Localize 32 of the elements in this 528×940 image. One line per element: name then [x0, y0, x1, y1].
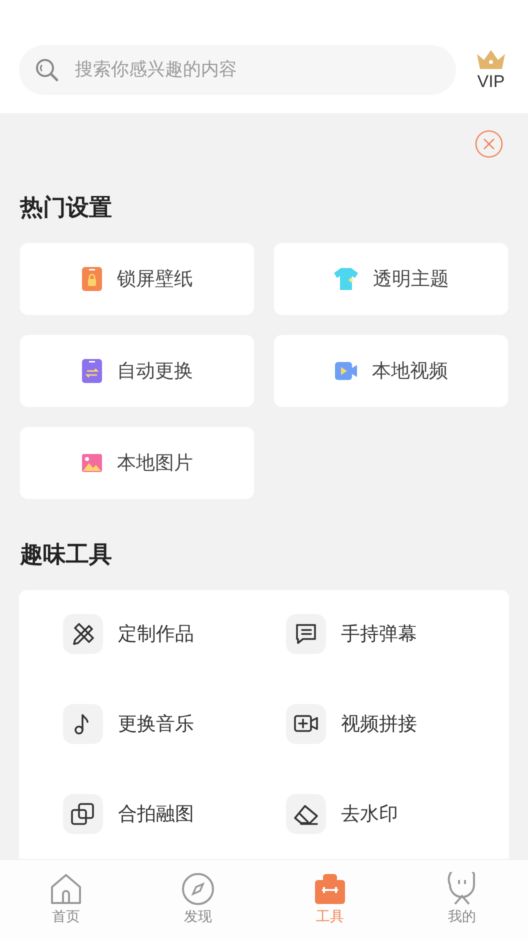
section-title: 热门设置: [20, 194, 113, 223]
search-icon: [35, 58, 59, 82]
crown-icon: [476, 48, 506, 70]
video-camera-icon: [334, 360, 358, 382]
tool-item[interactable]: 去水印: [286, 794, 509, 834]
tool-item[interactable]: 手持弹幕: [286, 614, 509, 654]
section-title: 趣味工具: [20, 541, 113, 570]
search-field[interactable]: 搜索你感兴趣的内容: [19, 44, 456, 94]
compass-icon: [181, 872, 215, 906]
vip-button[interactable]: VIP: [476, 48, 506, 92]
setting-card[interactable]: 自动更换: [20, 335, 254, 407]
toolbox-icon: [313, 872, 347, 906]
video-add-icon: [286, 704, 326, 744]
pencil-ruler-icon: [63, 614, 103, 654]
setting-card[interactable]: 本地图片: [20, 427, 254, 499]
image-icon: [81, 453, 103, 473]
tool-item[interactable]: 更换音乐: [63, 704, 286, 744]
tool-item[interactable]: 合拍融图: [63, 794, 286, 834]
close-icon[interactable]: [475, 130, 503, 158]
lock-icon: [81, 266, 103, 292]
tool-item[interactable]: 定制作品: [63, 614, 286, 654]
eraser-icon: [286, 794, 326, 834]
setting-card[interactable]: 锁屏壁纸: [20, 243, 254, 315]
tool-item[interactable]: 视频拼接: [286, 704, 509, 744]
t-shirt-icon: [333, 267, 359, 291]
music-note-icon: [63, 704, 103, 744]
phone-swap-icon: [81, 358, 103, 384]
setting-card[interactable]: 透明主题: [274, 243, 508, 315]
setting-card[interactable]: 本地视频: [274, 335, 508, 407]
message-icon: [286, 614, 326, 654]
overlap-squares-icon: [63, 794, 103, 834]
home-icon: [49, 872, 83, 906]
